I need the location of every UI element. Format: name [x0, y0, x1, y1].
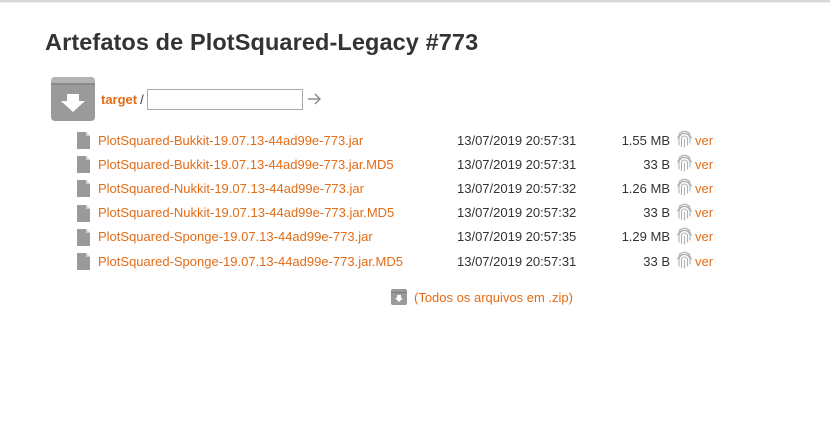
file-icon-cell — [77, 225, 98, 249]
file-row: PlotSquared-Bukkit-19.07.13-44ad99e-773.… — [77, 152, 735, 176]
file-icon — [77, 228, 98, 246]
path-input[interactable] — [146, 88, 303, 110]
file-size: 1.29 MB — [621, 229, 670, 245]
view-link[interactable]: ver — [695, 254, 713, 269]
file-icon — [77, 253, 98, 271]
view-cell: ver — [695, 128, 735, 152]
view-cell: ver — [695, 201, 735, 225]
view-cell: ver — [695, 152, 735, 176]
file-icon-cell — [77, 152, 98, 176]
fingerprint-cell — [670, 201, 695, 225]
fingerprint-icon[interactable] — [676, 250, 693, 272]
file-date: 13/07/2019 20:57:32 — [457, 180, 577, 196]
file-name-cell: PlotSquared-Bukkit-19.07.13-44ad99e-773.… — [98, 152, 457, 176]
view-link[interactable]: ver — [695, 133, 713, 148]
view-link[interactable]: ver — [695, 181, 713, 196]
fingerprint-icon[interactable] — [676, 129, 693, 151]
file-date: 13/07/2019 20:57:32 — [457, 205, 577, 221]
breadcrumb-separator: / — [140, 91, 144, 107]
file-date: 13/07/2019 20:57:31 — [457, 253, 577, 269]
file-link[interactable]: PlotSquared-Sponge-19.07.13-44ad99e-773.… — [98, 229, 373, 244]
file-size: 33 B — [643, 205, 670, 221]
file-size: 1.26 MB — [621, 180, 670, 196]
top-border — [0, 0, 830, 3]
file-link[interactable]: PlotSquared-Nukkit-19.07.13-44ad99e-773.… — [98, 181, 364, 196]
fingerprint-icon[interactable] — [676, 226, 693, 248]
file-row: PlotSquared-Nukkit-19.07.13-44ad99e-773.… — [77, 176, 735, 200]
file-icon — [77, 156, 98, 174]
fingerprint-cell — [670, 249, 695, 273]
fingerprint-cell — [670, 225, 695, 249]
file-name-cell: PlotSquared-Nukkit-19.07.13-44ad99e-773.… — [98, 176, 457, 200]
fingerprint-icon[interactable] — [676, 202, 693, 224]
zip-download-link[interactable]: (Todos os arquivos em .zip) — [414, 290, 573, 305]
download-archive-icon[interactable] — [391, 289, 407, 305]
fingerprint-icon[interactable] — [676, 177, 693, 199]
view-link[interactable]: ver — [695, 157, 713, 172]
file-date: 13/07/2019 20:57:31 — [457, 156, 577, 172]
file-icon-cell — [77, 128, 98, 152]
file-name-cell: PlotSquared-Sponge-19.07.13-44ad99e-773.… — [98, 249, 457, 273]
zip-download-row: (Todos os arquivos em .zip) — [391, 289, 573, 305]
file-name-cell: PlotSquared-Sponge-19.07.13-44ad99e-773.… — [98, 225, 457, 249]
file-date: 13/07/2019 20:57:31 — [457, 132, 577, 148]
view-link[interactable]: ver — [695, 229, 713, 244]
file-name-cell: PlotSquared-Nukkit-19.07.13-44ad99e-773.… — [98, 201, 457, 225]
download-archive-icon[interactable] — [51, 77, 95, 121]
file-name-cell: PlotSquared-Bukkit-19.07.13-44ad99e-773.… — [98, 128, 457, 152]
file-row: PlotSquared-Bukkit-19.07.13-44ad99e-773.… — [77, 128, 735, 152]
fingerprint-cell — [670, 152, 695, 176]
fingerprint-cell — [670, 128, 695, 152]
page-title: Artefatos de PlotSquared-Legacy #773 — [45, 29, 479, 55]
file-row: PlotSquared-Nukkit-19.07.13-44ad99e-773.… — [77, 201, 735, 225]
file-size: 33 B — [643, 253, 670, 269]
file-icon-cell — [77, 201, 98, 225]
file-link[interactable]: PlotSquared-Bukkit-19.07.13-44ad99e-773.… — [98, 133, 363, 148]
file-row: PlotSquared-Sponge-19.07.13-44ad99e-773.… — [77, 225, 735, 249]
breadcrumb-target-link[interactable]: target — [101, 92, 137, 107]
fingerprint-icon[interactable] — [676, 153, 693, 175]
file-link[interactable]: PlotSquared-Nukkit-19.07.13-44ad99e-773.… — [98, 205, 394, 220]
breadcrumb: target / — [51, 77, 322, 121]
view-cell: ver — [695, 176, 735, 200]
file-icon — [77, 180, 98, 198]
file-link[interactable]: PlotSquared-Bukkit-19.07.13-44ad99e-773.… — [98, 157, 394, 172]
file-table: PlotSquared-Bukkit-19.07.13-44ad99e-773.… — [77, 128, 735, 273]
fingerprint-cell — [670, 176, 695, 200]
file-icon — [77, 132, 98, 150]
view-link[interactable]: ver — [695, 205, 713, 220]
file-size: 33 B — [643, 156, 670, 172]
file-icon-cell — [77, 249, 98, 273]
file-icon-cell — [77, 176, 98, 200]
file-size: 1.55 MB — [621, 132, 670, 148]
view-cell: ver — [695, 225, 735, 249]
file-link[interactable]: PlotSquared-Sponge-19.07.13-44ad99e-773.… — [98, 254, 403, 269]
view-cell: ver — [695, 249, 735, 273]
file-date: 13/07/2019 20:57:35 — [457, 229, 577, 245]
file-icon — [77, 204, 98, 222]
arrow-right-icon[interactable] — [306, 91, 322, 107]
file-row: PlotSquared-Sponge-19.07.13-44ad99e-773.… — [77, 249, 735, 273]
